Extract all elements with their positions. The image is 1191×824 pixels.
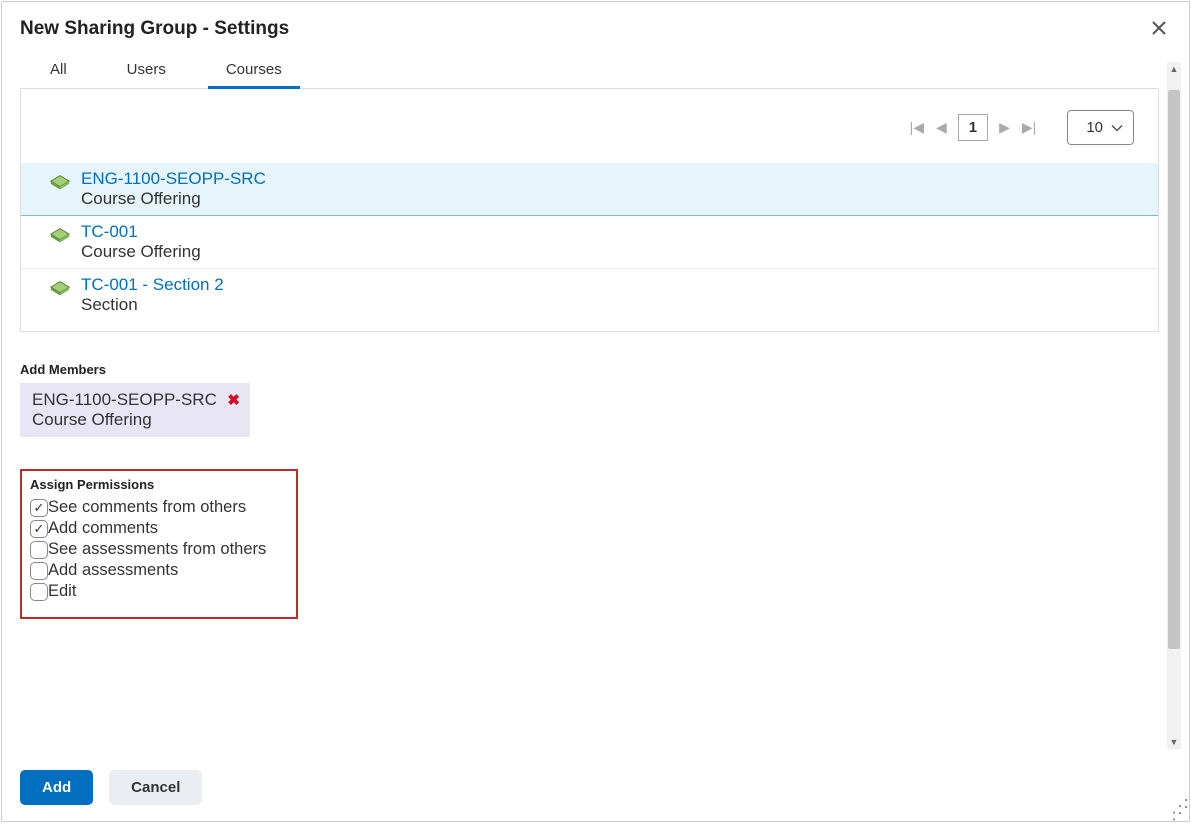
assign-permissions-box: Assign Permissions See comments from oth… bbox=[20, 469, 298, 619]
course-name-link[interactable]: TC-001 bbox=[81, 222, 201, 242]
resize-handle-icon[interactable]: ⋰⋰ bbox=[1171, 803, 1185, 817]
tab-all[interactable]: All bbox=[20, 52, 97, 88]
remove-member-icon[interactable]: ✖ bbox=[227, 391, 240, 409]
book-icon bbox=[49, 278, 71, 296]
perm-label: Add assessments bbox=[48, 561, 178, 580]
tab-users[interactable]: Users bbox=[97, 52, 196, 88]
perm-label: See comments from others bbox=[48, 498, 246, 517]
checkbox-edit[interactable] bbox=[30, 583, 48, 601]
member-tag: ENG-1100-SEOPP-SRC Course Offering ✖ bbox=[20, 383, 250, 437]
sharing-group-settings-dialog: New Sharing Group - Settings All Users C… bbox=[1, 1, 1190, 822]
pager-current-page[interactable]: 1 bbox=[958, 114, 988, 141]
course-list-panel: |◀ ◀ 1 ▶ ▶| 10 ENG-1100 bbox=[20, 90, 1159, 332]
member-tag-type: Course Offering bbox=[32, 410, 238, 430]
page-title: New Sharing Group - Settings bbox=[20, 18, 289, 40]
close-icon[interactable] bbox=[1147, 14, 1171, 44]
perm-label: See assessments from others bbox=[48, 540, 266, 559]
checkbox-add-assessments[interactable] bbox=[30, 562, 48, 580]
scroll-thumb[interactable] bbox=[1168, 90, 1180, 649]
perm-label: Add comments bbox=[48, 519, 158, 538]
pager-prev-icon[interactable]: ◀ bbox=[935, 117, 948, 138]
course-name-link[interactable]: ENG-1100-SEOPP-SRC bbox=[81, 169, 266, 189]
book-icon bbox=[49, 225, 71, 243]
page-size-value: 10 bbox=[1086, 119, 1103, 136]
course-type-label: Section bbox=[81, 295, 224, 315]
chevron-down-icon bbox=[1111, 119, 1123, 136]
tabs: All Users Courses bbox=[20, 52, 1159, 89]
vertical-scrollbar[interactable]: ▲ ▼ bbox=[1167, 62, 1181, 749]
list-item[interactable]: ENG-1100-SEOPP-SRC Course Offering bbox=[21, 163, 1158, 216]
cancel-button[interactable]: Cancel bbox=[109, 770, 202, 805]
checkbox-see-assessments[interactable] bbox=[30, 541, 48, 559]
checkbox-add-comments[interactable] bbox=[30, 520, 48, 538]
member-tag-name: ENG-1100-SEOPP-SRC bbox=[32, 390, 238, 410]
pager-last-icon[interactable]: ▶| bbox=[1021, 117, 1037, 138]
add-button[interactable]: Add bbox=[20, 770, 93, 805]
tab-courses[interactable]: Courses bbox=[196, 52, 312, 88]
dialog-header: New Sharing Group - Settings bbox=[2, 2, 1189, 50]
list-item[interactable]: TC-001 - Section 2 Section bbox=[21, 269, 1158, 321]
dialog-body: All Users Courses |◀ ◀ 1 ▶ ▶| 10 bbox=[20, 52, 1159, 751]
book-icon bbox=[49, 172, 71, 190]
course-type-label: Course Offering bbox=[81, 242, 201, 262]
checkbox-see-comments[interactable] bbox=[30, 499, 48, 517]
pager-first-icon[interactable]: |◀ bbox=[909, 117, 925, 138]
scroll-up-icon[interactable]: ▲ bbox=[1167, 62, 1181, 76]
course-name-link[interactable]: TC-001 - Section 2 bbox=[81, 275, 224, 295]
page-size-select[interactable]: 10 bbox=[1067, 110, 1134, 145]
pager: |◀ ◀ 1 ▶ ▶| 10 bbox=[21, 90, 1158, 159]
dialog-footer: Add Cancel bbox=[20, 770, 202, 805]
scroll-down-icon[interactable]: ▼ bbox=[1167, 735, 1181, 749]
permissions-heading: Assign Permissions bbox=[30, 477, 286, 492]
add-members-heading: Add Members bbox=[20, 362, 1159, 377]
perm-label: Edit bbox=[48, 582, 76, 601]
pager-next-icon[interactable]: ▶ bbox=[998, 117, 1011, 138]
course-type-label: Course Offering bbox=[81, 189, 266, 209]
course-list: ENG-1100-SEOPP-SRC Course Offering TC-00… bbox=[21, 159, 1158, 331]
list-item[interactable]: TC-001 Course Offering bbox=[21, 216, 1158, 269]
